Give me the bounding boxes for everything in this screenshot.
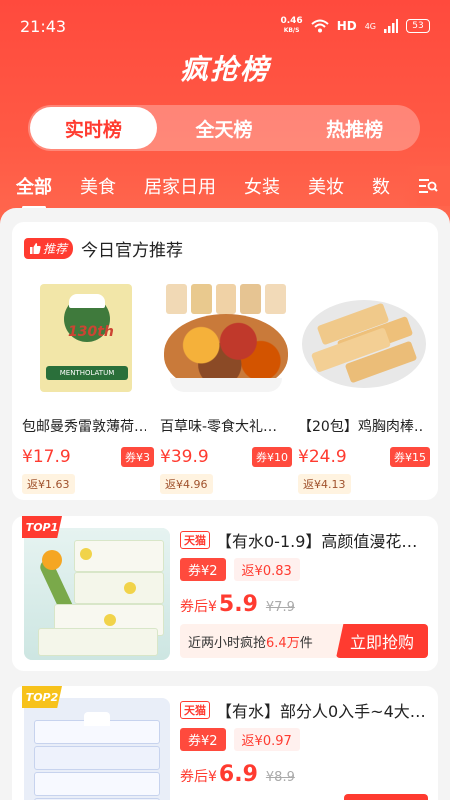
recommend-item-coupon: 券¥3 [121,447,154,467]
recommend-item[interactable]: 130th MENTHOLATUM 包邮曼秀雷敦薄荷… ¥17.9 券¥3 返¥… [22,274,154,494]
recommend-item-price: ¥17.9 [22,447,71,467]
buy-now-button-partial[interactable] [344,794,428,800]
tmall-badge: 天猫 [180,531,210,549]
category-tab-women[interactable]: 女装 [244,173,280,199]
after-coupon-price: 5.9 [218,592,258,617]
recommend-item-price: ¥24.9 [298,447,347,467]
segment-hot-push[interactable]: 热推榜 [291,107,418,149]
ranking-segment-control: 实时榜 全天榜 热推榜 [28,105,420,151]
recommend-badge: 推荐 [24,238,74,259]
product-card-top2[interactable]: TOP2 天猫 【有水】部分人0入手~4大… 券¥2 返¥0.97 券后¥ 6.… [12,686,438,800]
original-price: ¥8.9 [265,770,295,785]
product-title-row: 天猫 【有水0-1.9】高颜值漫花… [180,528,428,552]
buy-now-button[interactable]: 立即抢购 [336,624,428,658]
rebate-tag: 返¥0.97 [233,728,300,751]
wifi-icon [311,19,329,33]
recommend-price-row: ¥24.9 券¥15 [298,446,430,468]
status-time: 21:43 [20,16,67,36]
lip-balm-brand: MENTHOLATUM [46,366,128,380]
category-tab-food[interactable]: 美食 [80,173,116,199]
tmall-badge: 天猫 [180,701,210,719]
category-tab-all[interactable]: 全部 [16,173,52,209]
product-tags: 券¥2 返¥0.97 [180,728,300,751]
recommend-item-coupon: 券¥15 [390,447,430,467]
recommend-price-row: ¥39.9 券¥10 [160,446,292,468]
product-image-snack-gift [160,274,292,404]
price-row: 券后¥ 6.9 ¥8.9 [180,762,295,787]
signal-icon [384,19,398,33]
grab-stats: 近两小时疯抢6.4万件 [180,632,313,651]
net-speed: 0.46 KB/S [280,17,302,35]
recommend-item-name: 【20包】鸡胸肉棒… [298,419,422,435]
app-title: 疯抢榜 [179,53,270,86]
rebate-tag: 返¥0.83 [233,558,300,581]
thumbs-up-icon [30,243,41,254]
category-tab-digital[interactable]: 数 [372,173,390,199]
recommend-item-rebate: 返¥4.13 [298,474,351,494]
recommend-item-coupon: 券¥10 [252,447,292,467]
category-tab-beauty[interactable]: 美妆 [308,173,344,199]
segment-realtime[interactable]: 实时榜 [30,107,157,149]
product-title: 【有水】部分人0入手~4大… [216,702,426,721]
product-image-chicken-bar [298,274,430,404]
category-menu-button[interactable] [402,166,450,206]
recommend-item-name: 包邮曼秀雷敦薄荷… [22,419,146,435]
price-row: 券后¥ 5.9 ¥7.9 [180,592,295,617]
recommend-title: 今日官方推荐 [81,241,184,261]
product-image-tissue-pack [24,698,170,800]
recommend-item-name: 百草味-零食大礼… [160,419,278,435]
grab-bar: 近两小时疯抢6.4万件 立即抢购 [180,624,428,658]
product-title-row: 天猫 【有水】部分人0入手~4大… [180,698,428,722]
filter-search-icon [419,179,438,193]
battery-icon: 53 [406,19,430,33]
recommend-item-rebate: 返¥4.96 [160,474,213,494]
product-title: 【有水0-1.9】高颜值漫花… [216,532,418,551]
grab-count: 6.4万 [266,635,300,651]
recommend-header: 推荐 今日官方推荐 [24,236,183,261]
status-bar: 21:43 0.46 KB/S HD 4G 53 [0,0,450,52]
after-coupon-label: 券后¥ [180,599,217,615]
category-tab-household[interactable]: 居家日用 [144,173,216,199]
rank-badge: TOP1 [22,516,62,538]
recommend-item[interactable]: 百草味-零食大礼… ¥39.9 券¥10 返¥4.96 [160,274,292,494]
net-speed-value: 0.46 [280,16,303,26]
recommend-price-row: ¥17.9 券¥3 [22,446,154,468]
segment-all-day[interactable]: 全天榜 [161,107,288,149]
category-tabs: 全部 美食 居家日用 女装 美妆 数 [0,166,450,209]
recommend-item-price: ¥39.9 [160,447,209,467]
recommend-item-rebate: 返¥1.63 [22,474,75,494]
coupon-tag: 券¥2 [180,728,226,751]
product-card-top1[interactable]: TOP1 天猫 【有水0-1.9】高颜值漫花… 券¥2 返¥0.83 券后¥ 5… [12,516,438,671]
recommend-badge-label: 推荐 [43,242,68,256]
rank-badge: TOP2 [22,686,62,708]
product-image-tissue [24,528,170,660]
official-recommend-card: 推荐 今日官方推荐 130th MENTHOLATUM 包邮曼秀雷敦薄荷… ¥1… [12,222,438,500]
grab-suffix: 件 [299,635,313,651]
grab-prefix: 近两小时疯抢 [188,635,267,651]
product-image-lip-balm: 130th MENTHOLATUM [22,274,154,404]
lip-balm-badge-text: 130th [68,324,114,340]
recommend-item[interactable]: 【20包】鸡胸肉棒… ¥24.9 券¥15 返¥4.13 [298,274,430,494]
signal-label: 4G [364,21,376,31]
coupon-tag: 券¥2 [180,558,226,581]
net-speed-unit: KB/S [283,27,300,34]
hd-label: HD [336,19,357,33]
battery-level: 53 [412,21,424,31]
status-icons: 0.46 KB/S HD 4G 53 [280,17,430,35]
original-price: ¥7.9 [265,600,295,615]
product-tags: 券¥2 返¥0.83 [180,558,300,581]
after-coupon-price: 6.9 [218,762,258,787]
after-coupon-label: 券后¥ [180,769,217,785]
